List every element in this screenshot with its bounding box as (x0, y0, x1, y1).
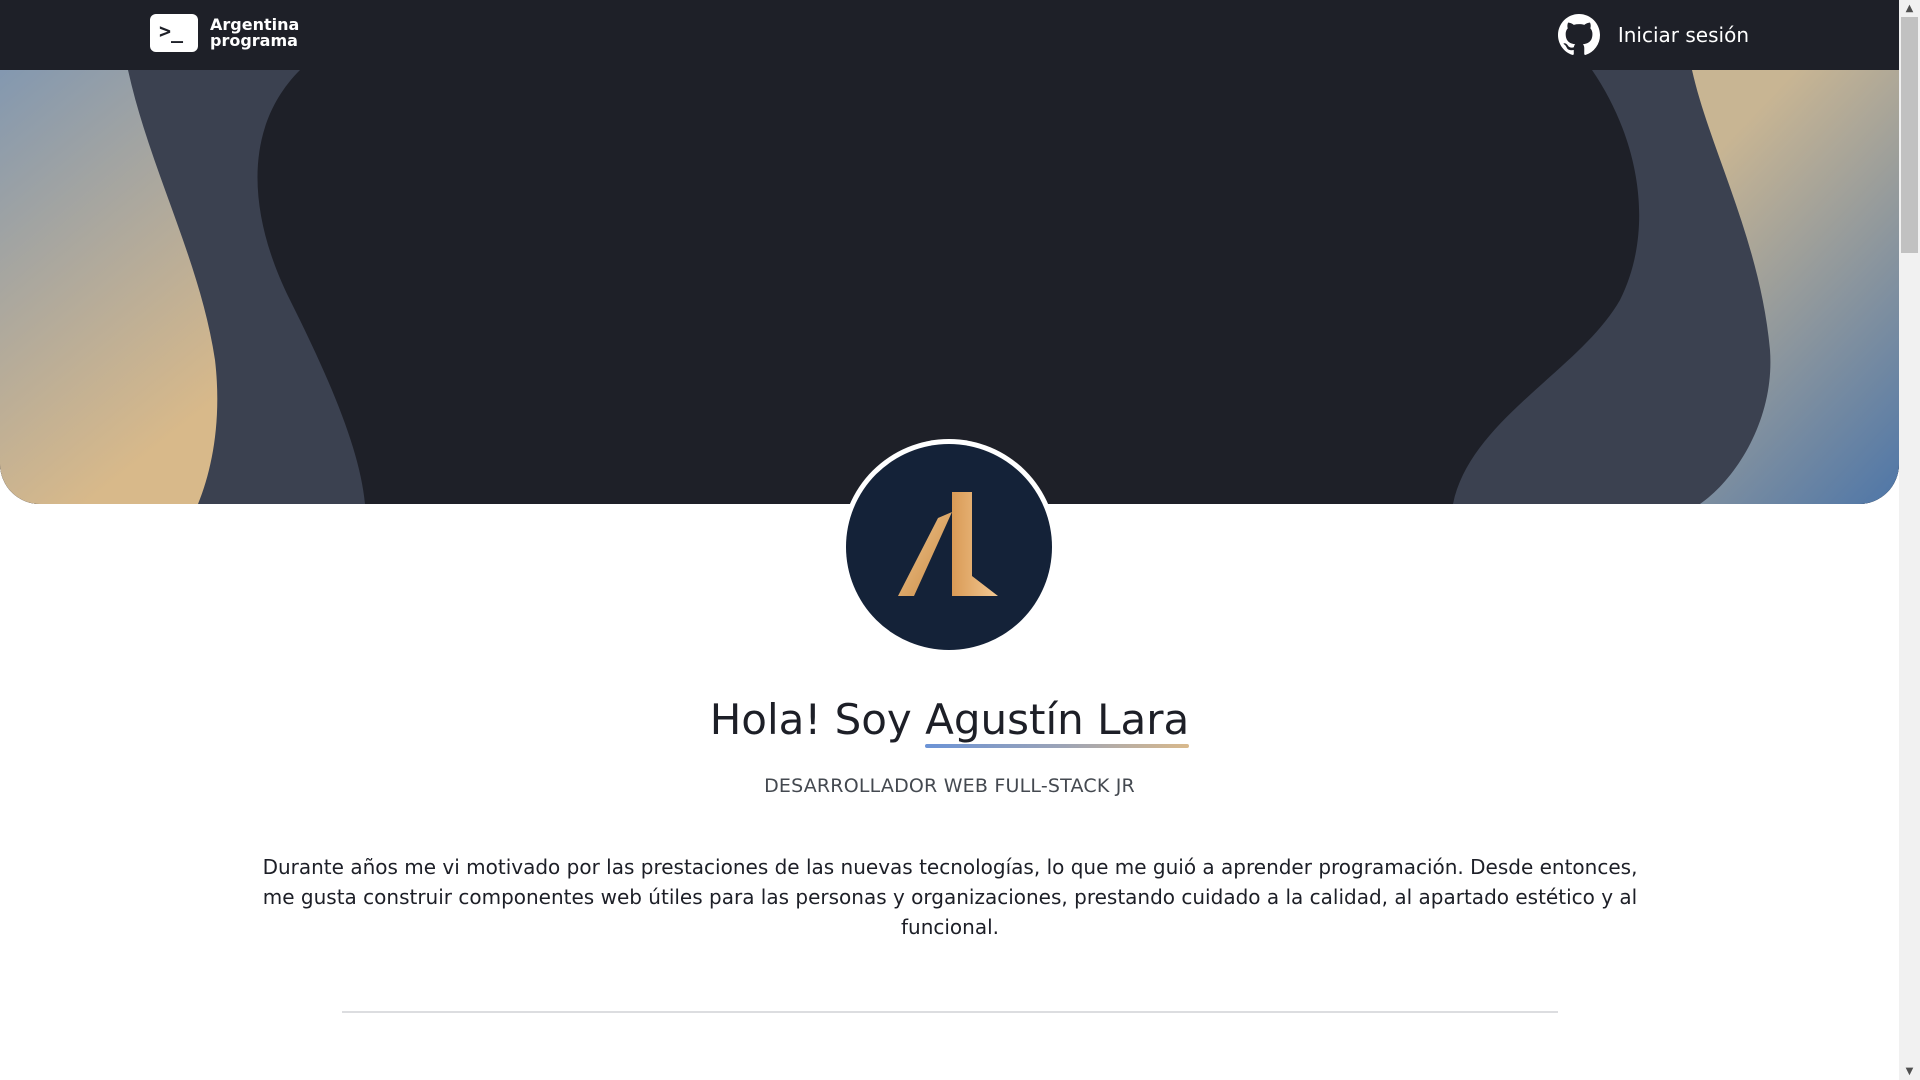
top-navbar: >_ Argentina programa Iniciar sesión (0, 0, 1899, 70)
page: >_ Argentina programa Iniciar sesión Hol… (0, 0, 1899, 1080)
vertical-scrollbar[interactable]: ▲ ▼ (1899, 0, 1920, 1080)
scrollbar-thumb[interactable] (1901, 17, 1918, 253)
avatar-logo (846, 444, 1052, 650)
github-icon (1557, 14, 1600, 55)
profile-bio: Durante años me vi motivado por las pres… (262, 855, 1638, 939)
brand-name: Argentina programa (210, 17, 299, 49)
brand-line-2: programa (210, 31, 298, 50)
scroll-down-arrow-icon[interactable]: ▼ (1899, 1063, 1920, 1080)
profile-name: Agustín Lara (925, 688, 1190, 752)
section-divider (342, 1011, 1558, 1013)
al-monogram-icon (898, 492, 998, 596)
login-label: Iniciar sesión (1617, 23, 1749, 47)
greeting-text: Hola! Soy (709, 695, 912, 744)
terminal-icon: >_ (150, 14, 198, 52)
profile-role: DESARROLLADOR WEB FULL-STACK JR (764, 775, 1135, 797)
login-button[interactable]: Iniciar sesión (1557, 14, 1749, 56)
brand-logo-link[interactable]: >_ Argentina programa (150, 14, 299, 52)
scroll-up-arrow-icon[interactable]: ▲ (1899, 0, 1920, 17)
page-title: Hola! Soy Agustín Lara (0, 688, 1899, 752)
profile-avatar (841, 439, 1057, 655)
